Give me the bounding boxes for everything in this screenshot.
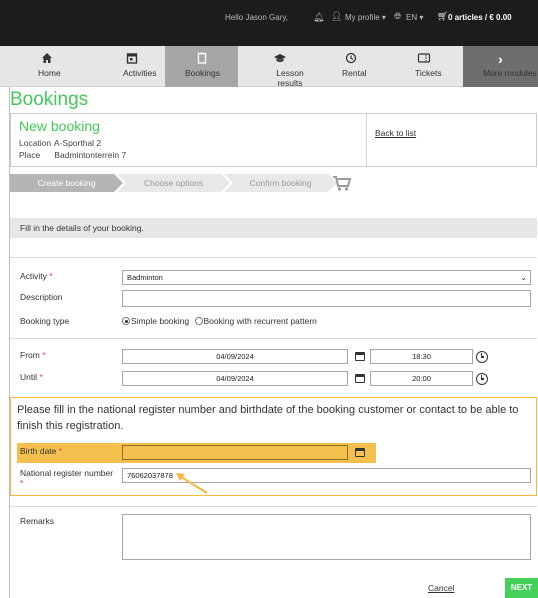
remarks-label: Remarks bbox=[20, 516, 55, 526]
from-time-input[interactable]: 18:30 bbox=[370, 349, 473, 364]
booking-type-label: Booking type bbox=[20, 316, 70, 326]
divider bbox=[10, 338, 537, 339]
until-time-input[interactable]: 20:00 bbox=[370, 371, 473, 386]
graduation-cap-icon bbox=[245, 52, 315, 66]
cart-summary[interactable]: 0 articles / € 0.00 bbox=[448, 13, 512, 22]
nav-bookings[interactable]: Bookings bbox=[165, 46, 238, 87]
chevron-down-icon: ⌄ bbox=[520, 273, 527, 282]
booking-summary-details: New booking Location A-Sporthal 2 Place … bbox=[11, 114, 367, 166]
greeting-text: Hello Jason Gary, bbox=[225, 13, 288, 22]
arrow-annotation bbox=[176, 473, 208, 494]
info-bar: Fill in the details of your booking. bbox=[10, 218, 537, 238]
until-label: Until * bbox=[20, 372, 43, 382]
nav-home[interactable]: Home bbox=[18, 46, 76, 87]
page-title: Bookings bbox=[10, 89, 89, 110]
back-to-list-link[interactable]: Back to list bbox=[375, 128, 416, 138]
ticket-icon bbox=[395, 52, 453, 66]
nav-tickets-label: Tickets bbox=[415, 68, 442, 78]
next-button[interactable]: NEXT bbox=[505, 578, 538, 598]
step-confirm-booking: Confirm booking bbox=[224, 174, 337, 192]
nav-tickets[interactable]: Tickets bbox=[395, 46, 453, 87]
nav-rental-label: Rental bbox=[342, 68, 367, 78]
language-menu[interactable]: EN ▾ bbox=[406, 13, 423, 22]
from-date-input[interactable]: 04/09/2024 bbox=[122, 349, 348, 364]
step-choose-options: Choose options bbox=[117, 174, 230, 192]
from-label: From * bbox=[20, 350, 46, 360]
home-icon bbox=[18, 52, 76, 66]
location-label: Location bbox=[19, 138, 52, 148]
my-profile-menu[interactable]: My profile ▾ bbox=[345, 13, 386, 22]
clock-icon[interactable] bbox=[475, 372, 488, 385]
radio-recurrent-booking-label: Booking with recurrent pattern bbox=[203, 316, 317, 326]
radio-simple-booking[interactable] bbox=[122, 317, 130, 325]
nav-more-modules[interactable]: › More modules bbox=[463, 46, 538, 87]
step-create-booking: Create booking bbox=[10, 174, 123, 192]
activity-select[interactable]: Badminton ⌄ bbox=[122, 270, 531, 285]
national-register-label: National register number * bbox=[20, 468, 114, 488]
bell-icon[interactable]: 🔔︎ bbox=[313, 12, 324, 23]
nav-lesson-results-label: Lesson results bbox=[276, 68, 304, 88]
calendar-icon[interactable] bbox=[353, 372, 366, 385]
nav-lesson-results[interactable]: Lesson results bbox=[245, 46, 315, 88]
calendar-icon[interactable] bbox=[353, 350, 366, 363]
nav-activities-label: Activities bbox=[123, 68, 157, 78]
activity-label: Activity * bbox=[20, 271, 53, 281]
description-label: Description bbox=[20, 292, 63, 302]
place-label: Place bbox=[19, 150, 41, 160]
clipboard-icon bbox=[165, 52, 238, 66]
radio-simple-booking-label: Simple booking bbox=[131, 316, 190, 326]
nav-rental[interactable]: Rental bbox=[322, 46, 380, 87]
module-nav: Home Activities Bookings Lesson results … bbox=[0, 46, 538, 88]
cart-icon[interactable]: 🛒︎ bbox=[437, 11, 448, 22]
location-row: Location A-Sporthal 2 bbox=[19, 138, 101, 148]
location-value: A-Sporthal 2 bbox=[53, 138, 102, 148]
cancel-link[interactable]: Cancel bbox=[428, 583, 454, 593]
notice-message: Please fill in the national register num… bbox=[17, 404, 519, 432]
calendar-icon bbox=[103, 52, 161, 66]
birth-date-input[interactable] bbox=[122, 445, 348, 460]
nav-activities[interactable]: Activities bbox=[103, 46, 161, 87]
remarks-textarea[interactable] bbox=[122, 514, 531, 560]
booking-type-radio-group: Simple booking Booking with recurrent pa… bbox=[122, 316, 317, 326]
place-row: Place Badmintonterrein 7 bbox=[19, 150, 126, 160]
left-border bbox=[0, 87, 10, 598]
new-booking-heading: New booking bbox=[19, 118, 100, 134]
place-value: Badmintonterrein 7 bbox=[54, 150, 127, 160]
activity-select-value: Badminton bbox=[127, 273, 163, 282]
cart-step-icon bbox=[332, 174, 352, 197]
globe-icon[interactable]: 🌐︎ bbox=[394, 11, 401, 22]
top-bar: Hello Jason Gary, 🔔︎ 👤︎ My profile ▾ 🌐︎ … bbox=[0, 0, 538, 46]
until-date-input[interactable]: 04/09/2024 bbox=[122, 371, 348, 386]
nav-bookings-label: Bookings bbox=[185, 68, 220, 78]
calendar-icon[interactable] bbox=[353, 446, 366, 459]
chevron-right-icon: › bbox=[498, 51, 503, 67]
user-icon[interactable]: 👤︎ bbox=[331, 11, 342, 22]
divider bbox=[10, 506, 537, 507]
birth-date-label: Birth date * bbox=[20, 446, 63, 456]
divider bbox=[10, 257, 537, 258]
radio-recurrent-booking[interactable] bbox=[194, 317, 203, 325]
booking-summary: New booking Location A-Sporthal 2 Place … bbox=[10, 113, 537, 167]
history-icon bbox=[322, 52, 380, 66]
clock-icon[interactable] bbox=[475, 350, 488, 363]
nav-home-label: Home bbox=[38, 68, 61, 78]
nav-more-modules-label: More modules bbox=[483, 68, 537, 78]
description-input[interactable] bbox=[122, 290, 531, 307]
